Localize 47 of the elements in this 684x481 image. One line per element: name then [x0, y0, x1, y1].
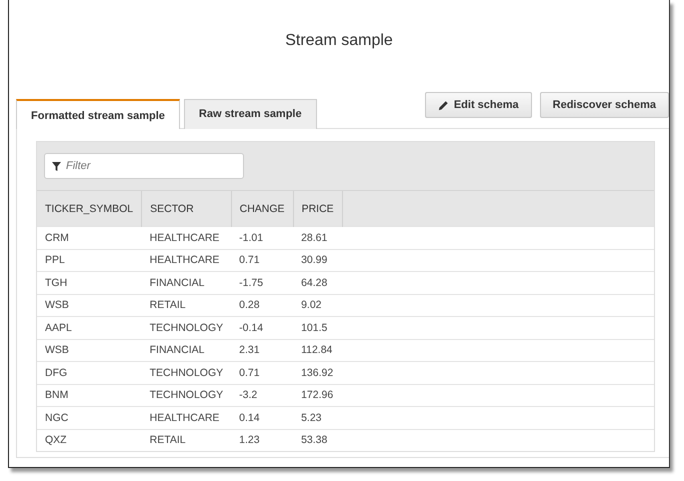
table-cell: 5.23	[293, 406, 342, 429]
filter-field[interactable]: Filter	[44, 153, 244, 179]
table-cell: RETAIL	[142, 294, 232, 316]
table-cell: WSB	[37, 294, 142, 316]
table-cell: 53.38	[293, 429, 342, 451]
table-cell: BNM	[37, 384, 142, 406]
table-cell: AAPL	[37, 316, 142, 339]
table-cell: TECHNOLOGY	[142, 362, 232, 384]
table-cell: HEALTHCARE	[142, 406, 232, 429]
table-cell: HEALTHCARE	[142, 249, 232, 272]
table-cell: -1.75	[231, 272, 294, 294]
table-cell: 30.99	[293, 249, 342, 272]
table-cell: DFG	[37, 362, 142, 384]
table-cell: 64.28	[293, 272, 342, 294]
edit-schema-button[interactable]: Edit schema	[424, 92, 532, 118]
table-cell: 0.71	[231, 249, 294, 272]
table-cell: HEALTHCARE	[142, 226, 232, 249]
table-cell: 0.71	[231, 362, 294, 384]
table-cell: 0.28	[231, 294, 294, 316]
table-cell: 1.23	[231, 429, 294, 451]
table-cell: TECHNOLOGY	[142, 316, 232, 339]
tab[interactable]: Formatted stream sample	[16, 99, 180, 129]
table-cell: 136.92	[293, 362, 342, 384]
table-cell: PPL	[37, 249, 142, 272]
table-cell: WSB	[37, 339, 142, 362]
table-cell: TGH	[37, 272, 142, 294]
table-cell: -3.2	[231, 384, 294, 406]
table-cell: 101.5	[293, 316, 342, 339]
table-cell: -0.14	[231, 316, 294, 339]
table-cell: 172.96	[293, 384, 342, 406]
pencil-icon	[438, 100, 449, 110]
table-cell: 28.61	[293, 226, 342, 249]
page-title: Stream sample	[284, 32, 394, 51]
table-cell: 9.02	[293, 294, 342, 316]
table-cell: FINANCIAL	[142, 272, 232, 294]
table-cell: TECHNOLOGY	[142, 384, 232, 406]
table-cell: 2.31	[231, 339, 294, 362]
schema-button[interactable]: Rediscover schema	[540, 92, 669, 118]
tab[interactable]: Raw stream sample	[184, 99, 317, 129]
table-cell: FINANCIAL	[142, 339, 232, 362]
table-cell: 0.14	[231, 406, 294, 429]
table-cell: QXZ	[37, 429, 142, 451]
table-cell: NGC	[37, 406, 142, 429]
table-cell: CRM	[37, 226, 142, 249]
table-cell: 112.84	[293, 339, 342, 362]
table-cell: RETAIL	[142, 429, 232, 451]
table-cell: -1.01	[231, 226, 294, 249]
